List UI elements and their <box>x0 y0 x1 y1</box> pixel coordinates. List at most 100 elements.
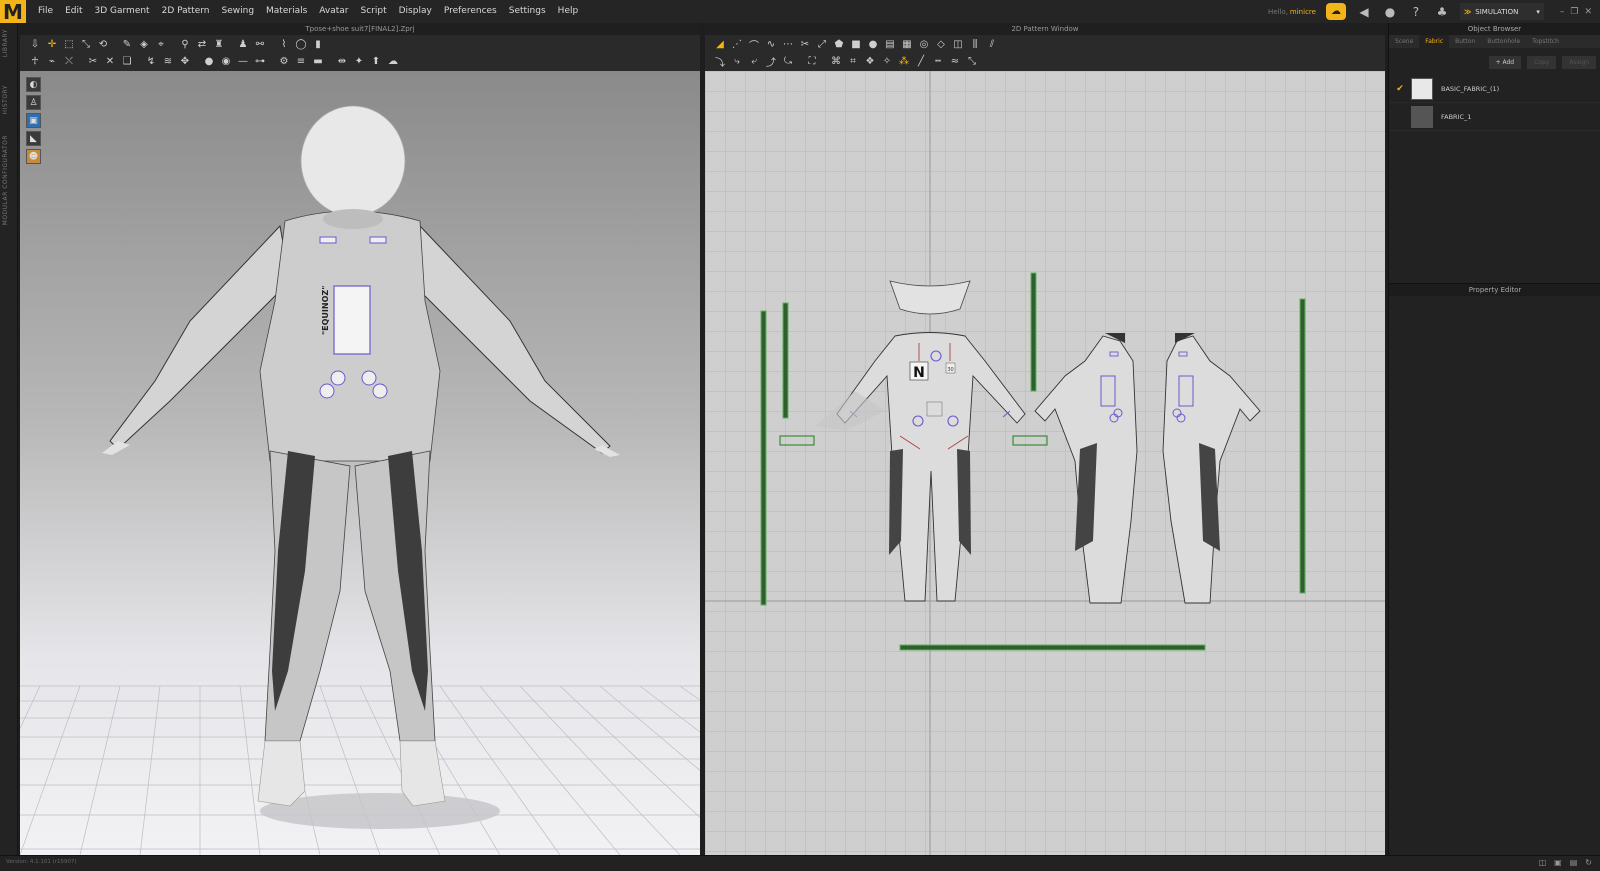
layout-single-icon[interactable]: ◫ <box>1539 858 1547 867</box>
skin-icon[interactable]: ☻ <box>26 149 41 164</box>
menu-edit[interactable]: Edit <box>59 0 88 23</box>
zipper-2d-icon[interactable]: ⌗ <box>846 55 860 69</box>
tack-icon[interactable]: ⌖ <box>154 38 168 52</box>
puckering-icon[interactable]: ⚙ <box>277 55 291 69</box>
graphic-icon[interactable]: ⌘ <box>829 55 843 69</box>
line-icon[interactable]: — <box>236 55 250 69</box>
tab-fabric[interactable]: Fabric <box>1419 35 1450 48</box>
tack-2d-icon[interactable]: ⤴ <box>764 55 778 69</box>
puckering-2d-icon[interactable]: ⤡ <box>965 55 979 69</box>
free-topstitch-icon[interactable]: ≈ <box>948 55 962 69</box>
buttonhole-2d-icon[interactable]: ✧ <box>880 55 894 69</box>
tab-topstitch[interactable]: Topstitch <box>1526 35 1565 48</box>
garment-icon[interactable]: ♜ <box>212 38 226 52</box>
pinch-icon[interactable]: ↯ <box>144 55 158 69</box>
layout-3d-icon[interactable]: ▣ <box>1554 858 1562 867</box>
gusset-icon[interactable]: ⫽ <box>985 38 999 52</box>
measure-icon[interactable]: ⚯ <box>253 38 267 52</box>
garment-display-icon[interactable]: ▣ <box>26 113 41 128</box>
flip-icon[interactable]: ⇹ <box>335 55 349 69</box>
library-tab[interactable]: LIBRARY <box>2 29 9 57</box>
avatar-display-icon[interactable]: ♙ <box>26 95 41 110</box>
button-2d-icon[interactable]: ❖ <box>863 55 877 69</box>
circle-icon[interactable]: ● <box>866 38 880 52</box>
user-name[interactable]: minicre <box>1290 8 1316 16</box>
topstitch-icon[interactable]: ╱ <box>914 55 928 69</box>
piping-icon[interactable]: ≡ <box>294 55 308 69</box>
rotate-icon[interactable]: ⟲ <box>96 38 110 52</box>
edit-point-icon[interactable]: ⋰ <box>730 38 744 52</box>
internal-rect-icon[interactable]: ▦ <box>900 38 914 52</box>
add-fabric-button[interactable]: + Add <box>1488 56 1522 69</box>
internal-circle-icon[interactable]: ◎ <box>917 38 931 52</box>
history-tab[interactable]: HISTORY <box>2 85 9 114</box>
copy-fabric-button[interactable]: Copy <box>1527 56 1557 69</box>
fabric-list-item[interactable]: ✔ BASIC_FABRIC_(1) <box>1389 75 1600 103</box>
refresh-icon[interactable]: ↻ <box>1585 858 1592 867</box>
tuck-icon[interactable]: ✂ <box>86 55 100 69</box>
copy-icon[interactable]: ❏ <box>120 55 134 69</box>
menu-materials[interactable]: Materials <box>260 0 313 23</box>
fabric-list-item[interactable]: FABRIC_1 <box>1389 103 1600 131</box>
scale-icon[interactable]: ⤡ <box>79 38 93 52</box>
mode-selector[interactable]: ≫ SIMULATION ▾ <box>1459 3 1544 20</box>
tab-button[interactable]: Button <box>1449 35 1481 48</box>
zipper-icon[interactable]: ⊶ <box>253 55 267 69</box>
seam-icon[interactable]: ⤬ <box>62 55 76 69</box>
select-mesh-icon[interactable]: ⇩ <box>28 38 42 52</box>
view3d-viewport[interactable]: "EQUINOZ" ◐ ♙ ▣ ◣ ☻ <box>20 71 700 855</box>
internal-line-icon[interactable]: ⤢ <box>815 38 829 52</box>
pose-icon[interactable]: ☥ <box>28 55 42 69</box>
internal-polygon-icon[interactable]: ▤ <box>883 38 897 52</box>
edit-texture-icon[interactable]: ⛶ <box>805 55 819 69</box>
shoe-icon[interactable]: ◣ <box>26 131 41 146</box>
menu-settings[interactable]: Settings <box>503 0 552 23</box>
button-tool-icon[interactable]: ● <box>202 55 216 69</box>
menu-2d-pattern[interactable]: 2D Pattern <box>156 0 216 23</box>
segment-topstitch-icon[interactable]: ┅ <box>931 55 945 69</box>
check-sewing-icon[interactable]: ⤿ <box>781 55 795 69</box>
select-button-icon[interactable]: ⁂ <box>897 55 911 69</box>
view2d-viewport[interactable]: N 30 <box>705 71 1385 855</box>
m-n-sewing-icon[interactable]: ⤶ <box>747 55 761 69</box>
edit-curvature-icon[interactable]: ⌒ <box>747 38 761 52</box>
camera-icon[interactable]: ◐ <box>26 77 41 92</box>
menu-display[interactable]: Display <box>393 0 438 23</box>
cloud-icon[interactable]: ☁ <box>1325 3 1346 20</box>
drape-icon[interactable]: ⌁ <box>45 55 59 69</box>
layout-2d-icon[interactable]: ▤ <box>1570 858 1578 867</box>
restore-icon[interactable]: ❐ <box>1570 7 1578 17</box>
brush-icon[interactable]: ⌇ <box>277 38 291 52</box>
menu-help[interactable]: Help <box>552 0 585 23</box>
wrinkle-icon[interactable]: ≋ <box>161 55 175 69</box>
pleat-icon[interactable]: ⫼ <box>968 38 982 52</box>
menu-sewing[interactable]: Sewing <box>216 0 261 23</box>
menu-avatar[interactable]: Avatar <box>313 0 354 23</box>
ruler-icon[interactable]: ▮ <box>311 38 325 52</box>
cloud-sim-icon[interactable]: ☁ <box>386 55 400 69</box>
buttonhole-icon[interactable]: ◉ <box>219 55 233 69</box>
free-sewing-icon[interactable]: ⤷ <box>730 55 744 69</box>
arrange-icon[interactable]: ⇄ <box>195 38 209 52</box>
segment-sewing-icon[interactable]: ⤵ <box>713 55 727 69</box>
texture-icon[interactable]: ✥ <box>178 55 192 69</box>
fitting-icon[interactable]: ⬆ <box>369 55 383 69</box>
menu-preferences[interactable]: Preferences <box>438 0 503 23</box>
lasso-icon[interactable]: ◯ <box>294 38 308 52</box>
pen-icon[interactable]: ✎ <box>120 38 134 52</box>
close-icon[interactable]: ✕ <box>1584 7 1592 17</box>
menu-3d-garment[interactable]: 3D Garment <box>89 0 156 23</box>
avatar-icon[interactable]: ♟ <box>236 38 250 52</box>
elastic-icon[interactable]: ▬ <box>311 55 325 69</box>
modular-configurator-tab[interactable]: MODULAR CONFIGURATOR <box>2 135 9 225</box>
curve-point-icon[interactable]: ∿ <box>764 38 778 52</box>
menu-script[interactable]: Script <box>355 0 393 23</box>
strengthen-icon[interactable]: ✦ <box>352 55 366 69</box>
tab-scene[interactable]: Scene <box>1389 35 1419 48</box>
fold-icon[interactable]: ◈ <box>137 38 151 52</box>
user-icon[interactable]: ● <box>1382 4 1398 20</box>
dart-icon[interactable]: ◇ <box>934 38 948 52</box>
tshirt-icon[interactable]: ♣ <box>1434 4 1450 20</box>
help-icon[interactable]: ? <box>1408 4 1424 20</box>
move-icon[interactable]: ✛ <box>45 38 59 52</box>
